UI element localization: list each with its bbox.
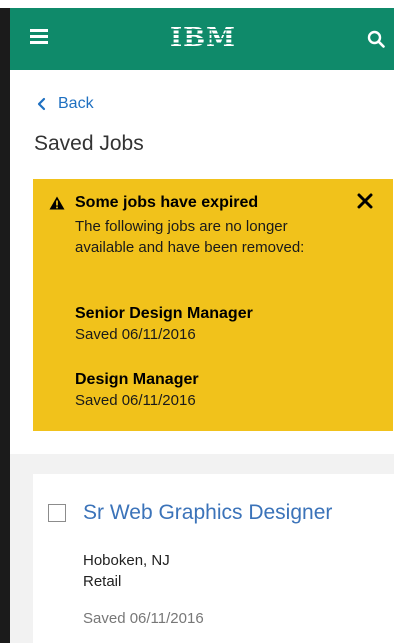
job-title-link[interactable]: Sr Web Graphics Designer	[83, 501, 332, 525]
saved-jobs-list: Sr Web Graphics Designer Hoboken, NJ Ret…	[10, 454, 394, 643]
expired-job-saved-date: Saved 06/11/2016	[75, 326, 196, 343]
hamburger-menu-icon[interactable]	[30, 29, 48, 45]
back-label: Back	[58, 95, 94, 112]
expired-job-name: Design Manager	[75, 371, 199, 388]
saved-job-card[interactable]: Sr Web Graphics Designer Hoboken, NJ Ret…	[33, 474, 394, 643]
job-industry: Retail	[83, 573, 122, 590]
ibm-logo[interactable]: IBM	[170, 23, 236, 53]
expired-job-item: Design Manager Saved 06/11/2016	[75, 370, 199, 412]
chevron-left-icon	[37, 97, 46, 111]
job-location: Hoboken, NJ	[83, 552, 170, 569]
device-frame-edge	[0, 0, 10, 643]
expired-jobs-alert: Some jobs have expired The following job…	[33, 179, 393, 431]
expired-job-saved-date: Saved 06/11/2016	[75, 392, 196, 409]
app-screen: IBM Back Saved Jobs Some jobs have expir…	[10, 8, 394, 643]
page-title: Saved Jobs	[34, 132, 144, 155]
alert-title: Some jobs have expired	[75, 194, 259, 211]
logo-text: IBM	[170, 23, 236, 53]
expired-job-name: Senior Design Manager	[75, 305, 253, 322]
search-icon[interactable]	[367, 30, 385, 48]
close-icon[interactable]	[357, 193, 373, 209]
job-saved-date: Saved 06/11/2016	[83, 610, 204, 627]
warning-icon	[49, 196, 65, 210]
job-select-checkbox[interactable]	[48, 504, 66, 522]
app-header: IBM	[10, 8, 394, 70]
expired-job-item: Senior Design Manager Saved 06/11/2016	[75, 304, 253, 346]
device-top-margin	[0, 0, 394, 8]
alert-message: The following jobs are no longer availab…	[75, 218, 305, 256]
back-link[interactable]: Back	[35, 94, 94, 114]
